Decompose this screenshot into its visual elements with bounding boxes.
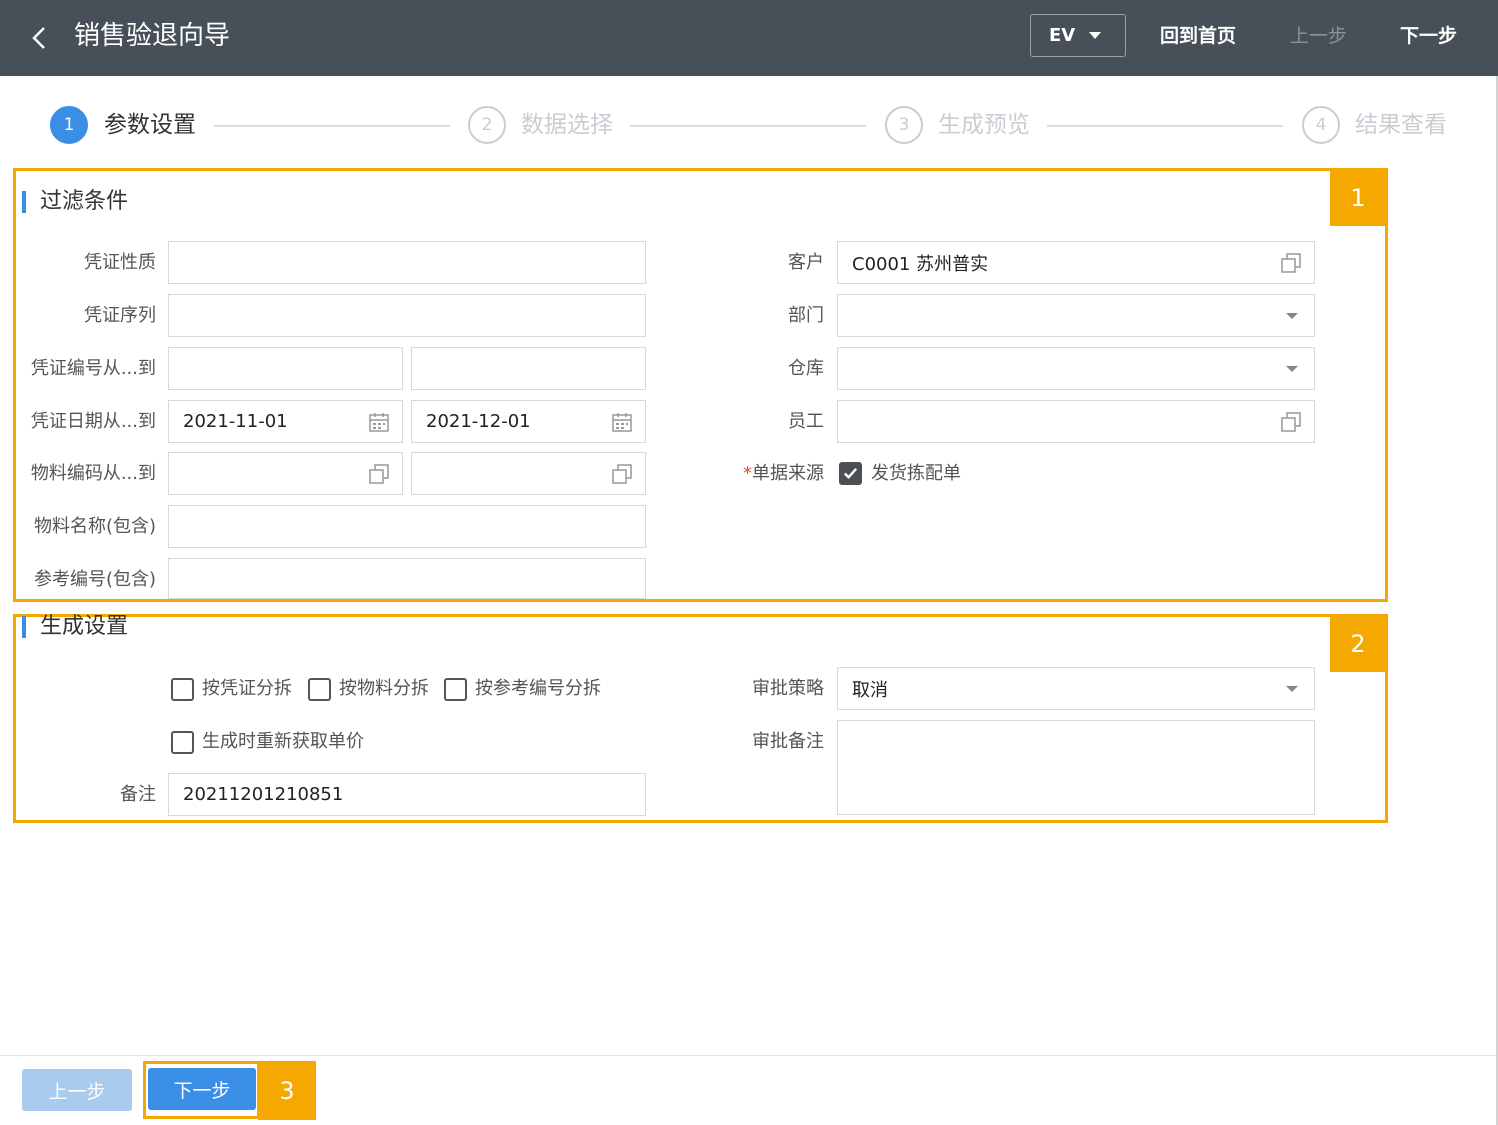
voucher-type-input[interactable]	[168, 241, 646, 284]
voucher-seq-label: 凭证序列	[84, 305, 156, 326]
material-code-from-input[interactable]	[168, 452, 403, 495]
dept-select[interactable]	[837, 294, 1315, 337]
source-label-text: 单据来源	[752, 463, 824, 484]
checkmark-icon	[843, 467, 858, 480]
step-2-number: 2	[468, 106, 506, 144]
split-ref-checkbox[interactable]	[444, 678, 467, 701]
top-bar: 销售验退向导 EV 回到首页 上一步 下一步	[0, 0, 1498, 76]
dept-label: 部门	[788, 305, 824, 326]
date-from-value: 2021-11-01	[183, 411, 288, 432]
highlight-number-2: 2	[1330, 616, 1386, 672]
chevron-down-icon	[1286, 313, 1298, 319]
highlight-number-3: 3	[258, 1061, 316, 1120]
header-prev-step[interactable]: 上一步	[1290, 22, 1347, 50]
material-code-label: 物料编码从...到	[30, 463, 156, 484]
voucher-no-label: 凭证编号从...到	[30, 358, 156, 379]
approval-note-textarea[interactable]	[837, 720, 1315, 815]
approval-note-label: 审批备注	[752, 731, 824, 752]
back-arrow-icon[interactable]	[28, 24, 52, 52]
footer-divider	[0, 1055, 1498, 1056]
calendar-icon[interactable]	[368, 411, 390, 433]
lookup-icon[interactable]	[1280, 252, 1302, 274]
voucher-no-to-input[interactable]	[411, 347, 646, 390]
calendar-icon[interactable]	[611, 411, 633, 433]
approval-strategy-value: 取消	[852, 679, 888, 701]
highlight-number-1: 1	[1330, 170, 1386, 226]
remark-value: 20211201210851	[183, 784, 344, 805]
step-divider	[630, 125, 866, 127]
step-3-number: 3	[885, 106, 923, 144]
caret-down-icon	[1089, 32, 1102, 39]
date-to-input[interactable]: 2021-12-01	[411, 400, 646, 443]
split-material-checkbox[interactable]	[308, 678, 331, 701]
source-picking-checkbox[interactable]	[839, 462, 862, 485]
gen-section-title: 生成设置	[22, 612, 128, 642]
material-name-label: 物料名称(包含)	[33, 516, 156, 537]
split-voucher-label: 按凭证分拆	[202, 678, 292, 699]
step-4-label: 结果查看	[1355, 112, 1447, 138]
warehouse-select[interactable]	[837, 347, 1315, 390]
filter-section-title: 过滤条件	[22, 187, 128, 217]
date-from-input[interactable]: 2021-11-01	[168, 400, 403, 443]
split-material-label: 按物料分拆	[339, 678, 429, 699]
chevron-down-icon	[1286, 366, 1298, 372]
next-step-button[interactable]: 下一步	[148, 1068, 256, 1110]
lookup-icon[interactable]	[1280, 411, 1302, 433]
refetch-price-label: 生成时重新获取单价	[202, 731, 364, 752]
step-divider	[214, 125, 450, 127]
split-ref-label: 按参考编号分拆	[475, 678, 601, 699]
voucher-no-from-input[interactable]	[168, 347, 403, 390]
ev-dropdown[interactable]: EV	[1030, 14, 1126, 57]
step-divider	[1047, 125, 1283, 127]
lookup-icon[interactable]	[611, 463, 633, 485]
step-2-label: 数据选择	[521, 112, 613, 138]
voucher-type-label: 凭证性质	[84, 252, 156, 273]
material-name-input[interactable]	[168, 505, 646, 548]
wizard-title: 销售验退向导	[74, 21, 231, 51]
customer-label: 客户	[788, 252, 824, 273]
approval-strategy-select[interactable]: 取消	[837, 667, 1315, 710]
prev-step-button[interactable]: 上一步	[22, 1069, 132, 1111]
header-next-step[interactable]: 下一步	[1400, 22, 1457, 50]
step-4-number: 4	[1302, 106, 1340, 144]
remark-label: 备注	[120, 784, 156, 805]
ev-label: EV	[1049, 25, 1076, 46]
lookup-icon[interactable]	[368, 463, 390, 485]
source-label: *单据来源	[700, 461, 824, 487]
ref-no-label: 参考编号(包含)	[33, 569, 156, 590]
home-link[interactable]: 回到首页	[1160, 22, 1236, 50]
wizard-steps: 1 参数设置 2 数据选择 3 生成预览 4 结果查看	[50, 106, 1460, 146]
chevron-down-icon	[1286, 686, 1298, 692]
required-mark: *	[743, 463, 752, 484]
step-1-label: 参数设置	[104, 112, 196, 138]
step-3-label: 生成预览	[938, 112, 1030, 138]
approval-strategy-label: 审批策略	[752, 678, 824, 699]
employee-label: 员工	[788, 411, 824, 432]
employee-input[interactable]	[837, 400, 1315, 443]
step-1-number: 1	[50, 106, 88, 144]
refetch-price-checkbox[interactable]	[171, 731, 194, 754]
customer-input[interactable]: C0001 苏州普实	[837, 241, 1315, 284]
ref-no-input[interactable]	[168, 558, 646, 599]
date-to-value: 2021-12-01	[426, 411, 531, 432]
material-code-to-input[interactable]	[411, 452, 646, 495]
voucher-seq-input[interactable]	[168, 294, 646, 337]
warehouse-label: 仓库	[788, 358, 824, 379]
split-voucher-checkbox[interactable]	[171, 678, 194, 701]
source-picking-label: 发货拣配单	[871, 463, 961, 484]
voucher-date-label: 凭证日期从...到	[30, 411, 156, 432]
remark-input[interactable]: 20211201210851	[168, 773, 646, 816]
customer-value: C0001 苏州普实	[852, 253, 989, 275]
